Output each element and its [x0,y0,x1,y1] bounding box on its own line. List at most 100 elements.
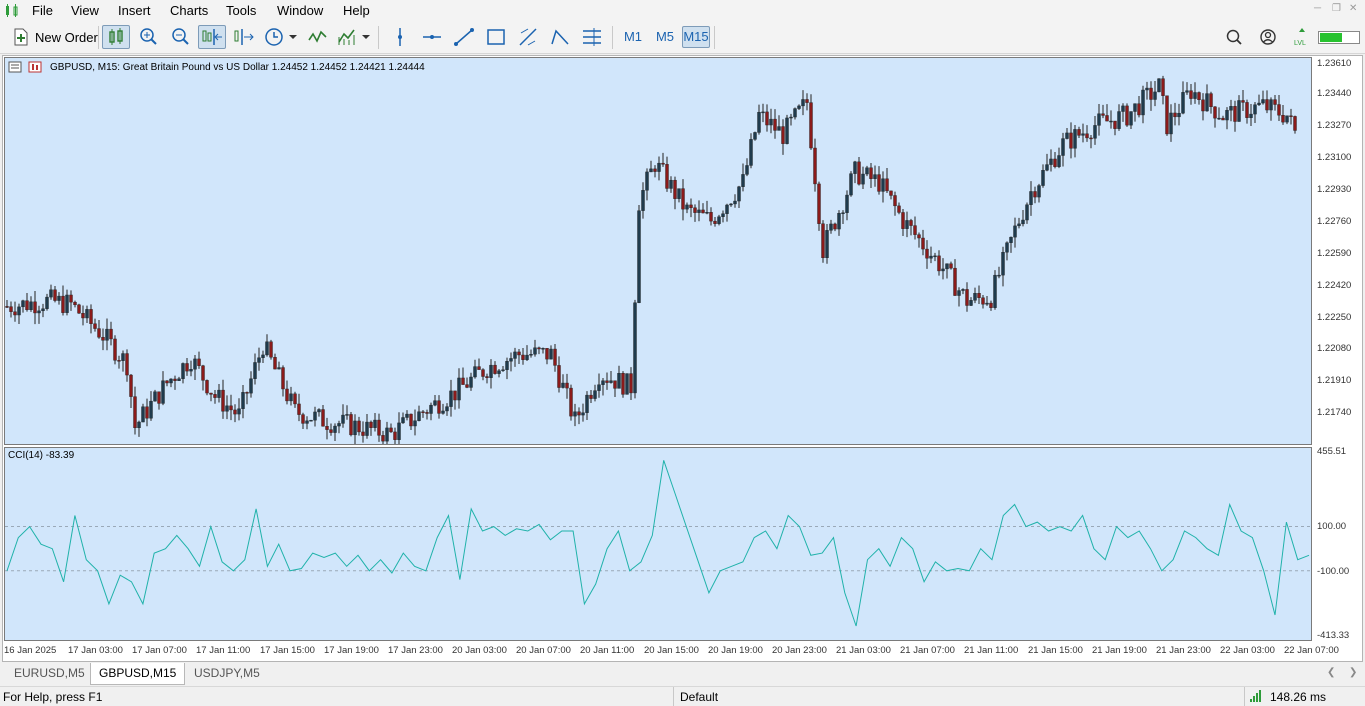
price-chart-pane[interactable] [4,57,1312,445]
candle [1021,209,1025,227]
close-icon[interactable]: ✕ [1349,3,1357,14]
vertical-line-button[interactable] [388,25,412,49]
tabs-scroll-right-icon[interactable]: ❯ [1349,667,1357,678]
template-icon [338,29,370,45]
candle [1041,164,1045,188]
candle [989,300,993,311]
zoom-out-button[interactable] [168,25,192,49]
menu-view[interactable]: View [71,3,99,18]
tabs-scroll-left-icon[interactable]: ❮ [1327,667,1335,678]
candle [789,113,793,126]
cci-indicator-pane[interactable] [4,447,1312,641]
candle [1237,95,1241,122]
candle [317,408,321,417]
candle [113,335,117,365]
candle [905,211,909,238]
menu-help[interactable]: Help [343,3,370,18]
candle [801,90,805,116]
menu-window[interactable]: Window [277,3,323,18]
chart-shift-button[interactable] [232,25,256,49]
zoom-in-button[interactable] [136,25,160,49]
new-order-button[interactable]: New Order [10,26,98,50]
candle [569,384,573,421]
timeframe-m15-button[interactable]: M15 [682,26,710,48]
candle [81,305,85,326]
user-icon [1260,29,1276,45]
timeframe-m5-button[interactable]: M5 [651,26,679,48]
candle [965,282,969,312]
timeframe-m1-button[interactable]: M1 [619,26,647,48]
fibonacci-button[interactable] [516,25,540,49]
candle [517,349,521,364]
menu-insert[interactable]: Insert [118,3,151,18]
periods-dropdown-button[interactable] [262,25,302,49]
candle [1105,104,1109,122]
tab-gbpusd-m15[interactable]: GBPUSD,M15 [90,663,186,685]
candle [561,374,565,389]
candle [41,303,45,318]
restore-icon[interactable]: ❐ [1332,3,1341,14]
candle [173,375,177,390]
menu-tools[interactable]: Tools [226,3,256,18]
candlestick-chart-button[interactable] [102,25,130,49]
rectangle-button[interactable] [484,25,508,49]
candle [333,423,337,441]
candle [973,287,977,304]
tab-eurusd-m5[interactable]: EURUSD,M5 [6,663,93,684]
menu-file[interactable]: File [32,3,53,18]
candle [889,190,893,200]
candle [181,362,185,384]
time-axis-label: 17 Jan 11:00 [196,645,251,656]
minimize-icon[interactable]: ─ [1314,3,1321,14]
time-axis-label: 20 Jan 23:00 [772,645,827,656]
horizontal-line-button[interactable] [420,25,444,49]
candle [1005,241,1009,261]
objects-list-icon [583,28,601,46]
candle [273,353,277,370]
candle [929,246,933,264]
menu-charts[interactable]: Charts [170,3,208,18]
candle [429,402,433,421]
search-button[interactable] [1223,25,1245,49]
candle [1141,85,1145,124]
chart-window-icons [8,61,42,73]
candle [541,347,545,354]
price-axis-label: 1.22420 [1317,280,1352,291]
candle [545,348,549,365]
candle [445,403,449,416]
templates-dropdown-button[interactable] [336,25,372,49]
candle [661,152,665,167]
time-axis-label: 20 Jan 07:00 [516,645,571,656]
trendline-button[interactable] [452,25,476,49]
candle [861,166,865,190]
candle [721,210,725,223]
candle [209,392,213,402]
account-button[interactable] [1257,25,1279,49]
autoscroll-button[interactable] [198,25,226,49]
candle [9,301,13,318]
tab-usdjpy-m5[interactable]: USDJPY,M5 [186,663,268,684]
candle [1101,104,1105,119]
level2-button[interactable]: LVL [1290,25,1314,49]
candle [1173,102,1177,126]
candle [465,377,469,389]
candle [13,301,17,322]
candle [205,379,209,396]
objects-button[interactable] [580,25,604,49]
candle [1125,103,1129,127]
candle [481,368,485,381]
search-icon [1226,29,1242,45]
status-bar: For Help, press F1 Default 148.26 ms [0,686,1365,706]
price-axis-label: 1.22760 [1317,216,1352,227]
candle [813,138,817,192]
candlestick-icon [109,28,123,45]
candle [553,343,557,372]
candle [1193,82,1197,104]
candle [69,290,73,311]
candle [917,232,921,248]
indicators-button[interactable] [306,25,330,49]
fibonacci-icon [519,28,537,46]
candle [269,339,273,360]
channel-button[interactable] [548,25,572,49]
candle [169,378,173,388]
